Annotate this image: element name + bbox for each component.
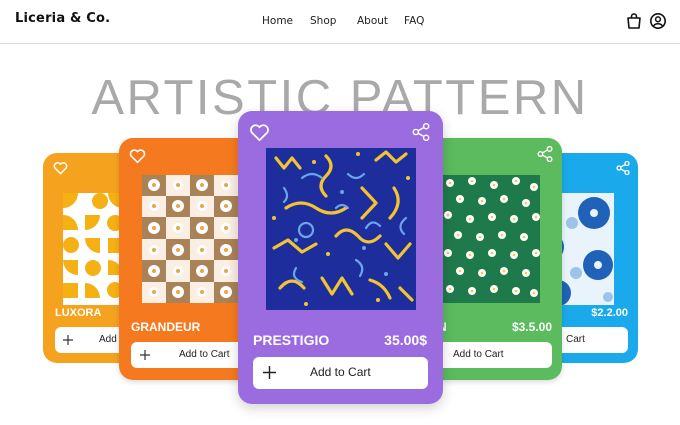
site-header: Liceria & Co. Home Shop About FAQ <box>0 0 680 44</box>
nav-shop[interactable]: Shop <box>310 15 336 27</box>
heart-icon[interactable] <box>249 123 270 142</box>
share-icon[interactable] <box>616 161 630 175</box>
plus-icon <box>263 366 276 379</box>
plus-icon <box>63 335 73 345</box>
add-to-cart-label: Add to Cart <box>310 365 371 379</box>
page: Liceria & Co. Home Shop About FAQ ARTIST… <box>0 0 680 425</box>
user-account-icon[interactable] <box>649 12 667 30</box>
grandeur-checker-pattern-image <box>142 175 238 303</box>
share-icon[interactable] <box>412 123 430 141</box>
add-to-cart-button[interactable]: Add to Cart <box>424 342 552 368</box>
product-price: $2.2.00 <box>591 307 628 319</box>
prestigio-squiggle-pattern-image <box>266 148 416 310</box>
green-floral-pattern-image <box>442 175 540 303</box>
shopping-bag-icon[interactable] <box>625 12 643 30</box>
add-to-cart-button[interactable]: Add to Cart <box>253 357 428 389</box>
product-price: $3.5.00 <box>511 320 552 334</box>
share-icon[interactable] <box>537 146 553 162</box>
heart-icon[interactable] <box>53 161 68 175</box>
add-to-cart-label: Cart <box>566 334 585 345</box>
add-to-cart-label: Add to Cart <box>179 349 230 360</box>
add-to-cart-label: Add to Cart <box>453 349 504 360</box>
product-name: PRESTIGIO <box>253 332 330 348</box>
brand-logo[interactable]: Liceria & Co. <box>15 11 110 26</box>
nav-faq[interactable]: FAQ <box>404 15 424 27</box>
nav-home[interactable]: Home <box>262 15 293 27</box>
product-card-prestigio[interactable]: PRESTIGIO 35.00$ Add to Cart <box>238 111 443 404</box>
product-name: LUXORA <box>55 307 102 319</box>
nav-about[interactable]: About <box>357 15 388 27</box>
heart-icon[interactable] <box>129 148 146 164</box>
product-name: GRANDEUR <box>131 320 201 334</box>
product-price: 35.00$ <box>384 332 427 348</box>
plus-icon <box>140 350 150 360</box>
